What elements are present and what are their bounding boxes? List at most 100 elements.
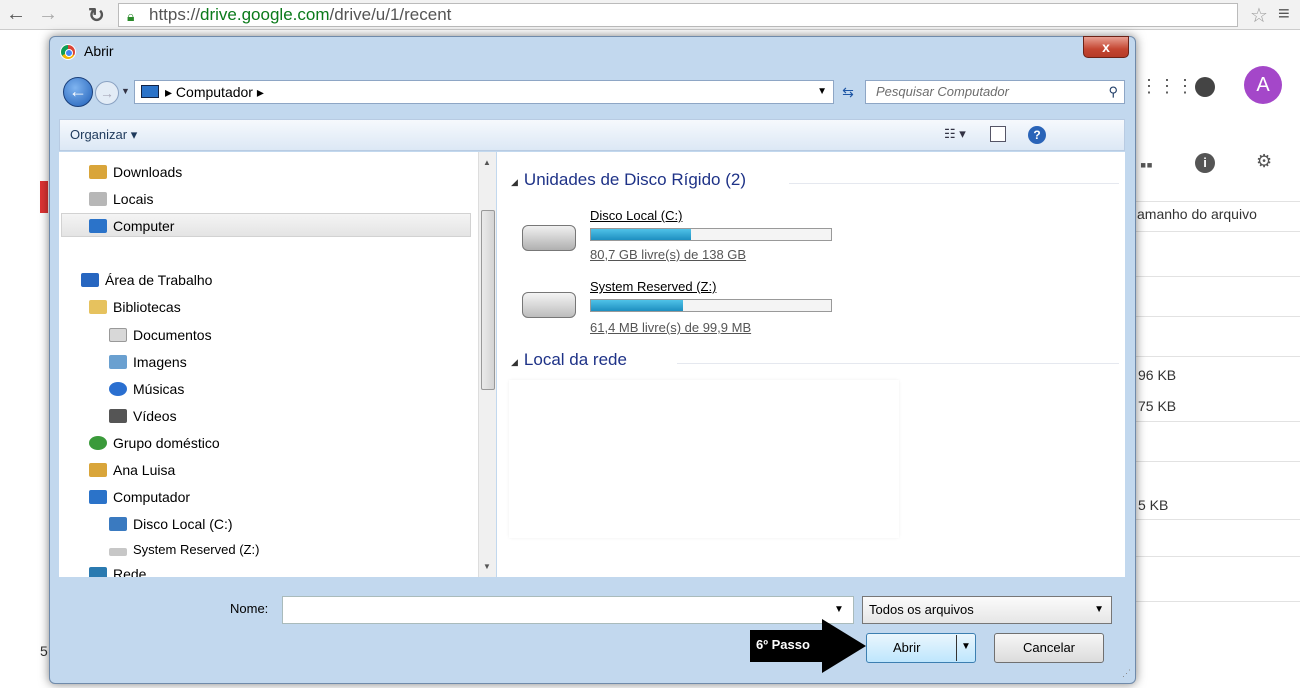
navigation-scrollbar[interactable]: ▲ ▼ (478, 152, 496, 577)
column-header-size: amanho do arquivo (1137, 206, 1257, 222)
open-button[interactable]: Abrir (866, 633, 976, 663)
back-arrow-icon[interactable]: ← (6, 3, 26, 26)
sidebar-item-label: Computer (113, 218, 175, 234)
section-title: Unidades de Disco Rígido (2) (523, 170, 746, 189)
sidebar-item-label: System Reserved (Z:) (133, 542, 260, 557)
collapse-triangle-icon[interactable]: ◢ (511, 177, 518, 187)
sidebar-item-label: Documentos (133, 327, 212, 343)
file-size-2: 75 KB (1138, 398, 1177, 414)
back-button[interactable]: ← (63, 77, 93, 107)
sidebar-item-label: Área de Trabalho (105, 272, 213, 288)
drive-c-usage-fill (591, 229, 691, 240)
refresh-icon[interactable]: ⇆ (836, 80, 860, 104)
open-file-dialog: Abrir x ← → ▼ ▸ Computador ▸ ▼ ⇆ Pesquis… (49, 36, 1136, 684)
sidebar-item-disk-c[interactable]: Disco Local (C:) (109, 512, 233, 536)
search-icon[interactable]: ⚲ (1108, 81, 1118, 103)
sidebar-item-desktop[interactable]: Área de Trabalho (81, 268, 212, 292)
url-path: /drive/u/1/recent (329, 5, 452, 24)
sidebar-item-label: Bibliotecas (113, 299, 181, 315)
star-icon[interactable]: ☆ (1250, 3, 1268, 28)
chevron-down-icon[interactable]: ▼ (1094, 597, 1104, 623)
sidebar-item-videos[interactable]: Vídeos (109, 404, 177, 428)
reload-icon[interactable]: ↻ (88, 3, 105, 28)
lock-icon: 🔒︎ (127, 8, 135, 24)
step-annotation-label: 6º Passo (756, 637, 810, 652)
apps-grid-icon[interactable]: ⋮⋮⋮ (1140, 76, 1194, 97)
scrollbar-thumb[interactable] (481, 210, 495, 390)
sidebar-item-label: Locais (113, 191, 154, 207)
chevron-down-icon[interactable]: ▼ (961, 641, 971, 652)
sidebar-item-label: Vídeos (133, 408, 177, 424)
sidebar-item-homegroup[interactable]: Grupo doméstico (89, 431, 220, 455)
disk-icon (109, 517, 127, 531)
chevron-down-icon[interactable]: ▼ (834, 604, 844, 615)
cancel-button[interactable]: Cancelar (994, 633, 1104, 663)
sidebar-item-label: Downloads (113, 164, 183, 180)
url-host: drive.google.com (200, 5, 330, 24)
sidebar-item-label: Computador (113, 489, 191, 505)
navigation-pane: Downloads Locais Computer Área de Trabal… (59, 152, 496, 577)
sidebar-item-downloads[interactable]: Downloads (89, 160, 182, 184)
sidebar-item-computador[interactable]: Computador (89, 485, 190, 509)
network-area (509, 380, 899, 538)
music-icon (109, 382, 127, 396)
sidebar-item-documents[interactable]: Documentos (109, 323, 212, 347)
info-icon[interactable]: i (1195, 153, 1215, 173)
help-icon[interactable]: ? (1028, 126, 1046, 144)
url-bar[interactable]: 🔒︎ https://drive.google.com/drive/u/1/re… (118, 3, 1238, 27)
sidebar-item-label: Rede (113, 566, 147, 577)
file-size-1: 96 KB (1138, 367, 1177, 383)
computer-icon (141, 85, 159, 98)
computer-icon (89, 490, 107, 504)
section-network[interactable]: ◢ Local da rede (511, 350, 627, 370)
drive-z-usage-fill (591, 300, 684, 311)
drive-c-name[interactable]: Disco Local (C:) (590, 208, 682, 223)
sidebar-item-label: Ana Luisa (113, 462, 176, 478)
sidebar-item-computer[interactable]: Computer (61, 213, 471, 237)
view-options-icon[interactable]: ☷ ▾ (944, 126, 966, 142)
sidebar-item-locais[interactable]: Locais (89, 187, 153, 211)
section-divider (789, 183, 1119, 184)
address-breadcrumb[interactable]: ▸ Computador ▸ (165, 81, 264, 103)
content-pane: ◢ Unidades de Disco Rígido (2) Disco Loca… (497, 152, 1125, 577)
sidebar-item-network[interactable]: Rede (89, 562, 146, 577)
collapse-triangle-icon[interactable]: ◢ (511, 357, 518, 367)
organize-menu[interactable]: Organizar ▾ (70, 127, 137, 143)
forward-arrow-icon[interactable]: → (38, 3, 58, 26)
recent-pages-icon[interactable]: ▼ (121, 86, 130, 96)
drive-footer-text: 5 (40, 643, 48, 659)
file-type-value: Todos os arquivos (869, 602, 974, 617)
scroll-up-icon[interactable]: ▲ (483, 158, 491, 167)
sidebar-item-user[interactable]: Ana Luisa (89, 458, 175, 482)
preview-pane-icon[interactable] (990, 126, 1006, 142)
hard-disk-icon (522, 225, 576, 251)
search-input[interactable]: Pesquisar Computador ⚲ (865, 80, 1125, 104)
resize-grip-icon[interactable]: ⋰ (1122, 668, 1131, 679)
chevron-down-icon[interactable]: ▼ (817, 81, 827, 103)
sidebar-item-libraries[interactable]: Bibliotecas (89, 295, 181, 319)
desktop-icon (81, 273, 99, 287)
drive-c-usage-bar (590, 228, 832, 241)
open-split-divider (956, 635, 957, 661)
scroll-down-icon[interactable]: ▼ (483, 562, 491, 571)
computer-icon (89, 219, 107, 233)
section-divider (677, 363, 1119, 364)
grid-view-icon[interactable]: ▪▪ (1140, 155, 1153, 176)
gear-icon[interactable]: ⚙ (1256, 151, 1272, 172)
notifications-icon[interactable] (1195, 77, 1215, 97)
close-button[interactable]: x (1083, 36, 1129, 58)
avatar[interactable]: A (1244, 66, 1282, 104)
section-hard-disks[interactable]: ◢ Unidades de Disco Rígido (2) (511, 170, 746, 190)
address-bar[interactable]: ▸ Computador ▸ ▼ (134, 80, 834, 104)
sidebar-item-music[interactable]: Músicas (109, 377, 184, 401)
filename-label: Nome: (230, 601, 269, 616)
dialog-toolbar: Organizar ▾ ☷ ▾ ? (59, 119, 1125, 151)
drive-z-name[interactable]: System Reserved (Z:) (590, 279, 716, 294)
forward-button[interactable]: → (95, 81, 119, 105)
file-type-select[interactable]: Todos os arquivos ▼ (862, 596, 1112, 624)
sidebar-item-disk-z[interactable]: System Reserved (Z:) (109, 538, 259, 562)
sidebar-item-images[interactable]: Imagens (109, 350, 187, 374)
menu-icon[interactable]: ≡ (1278, 3, 1290, 26)
network-icon (89, 567, 107, 577)
browser-toolbar: ← → ↻ 🔒︎ https://drive.google.com/drive/… (0, 0, 1300, 30)
